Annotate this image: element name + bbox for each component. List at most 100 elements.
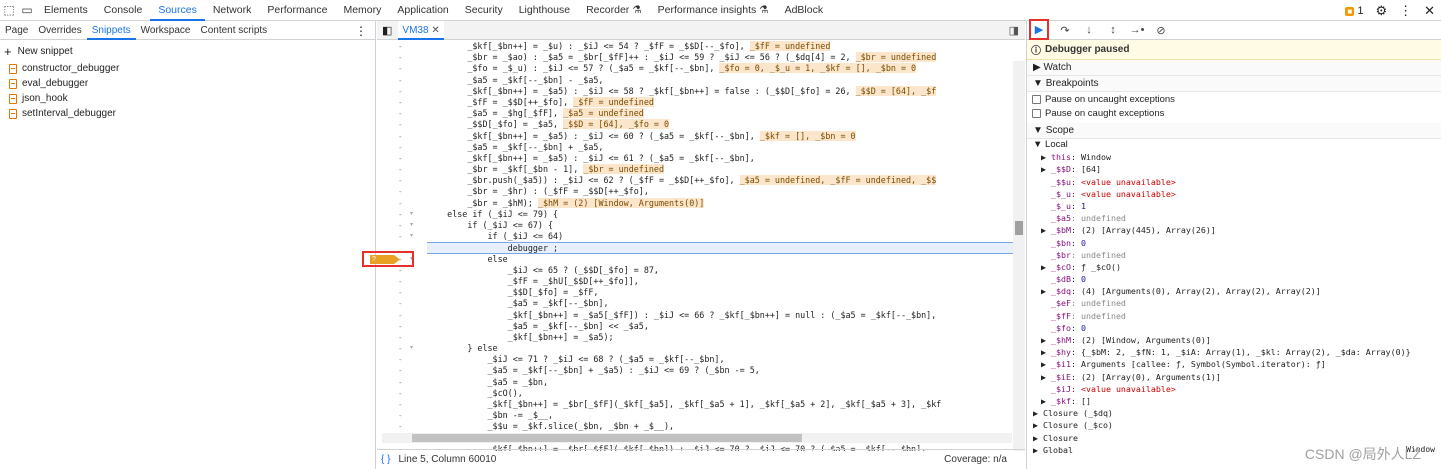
gutter-line[interactable]: - ▾	[377, 231, 427, 242]
gutter-line[interactable]: -	[377, 399, 427, 410]
scope-section[interactable]: ▼ Scope	[1027, 123, 1441, 139]
pretty-print-icon[interactable]: { }	[381, 454, 390, 465]
scope-variable[interactable]: ▶ _$i1: Arguments [callee: ƒ, Symbol(Sym…	[1027, 358, 1441, 370]
panel-tab[interactable]: Application	[389, 0, 456, 21]
scope-variable[interactable]: ▶ _$kf: []	[1027, 395, 1441, 407]
watch-section[interactable]: ▶ Watch	[1027, 60, 1441, 76]
gutter-line[interactable]: -	[377, 97, 427, 108]
closure-item[interactable]: ▶ Closure (_$co)	[1027, 419, 1441, 431]
gutter-line[interactable]: -	[377, 354, 427, 365]
panel-tab[interactable]: Elements	[36, 0, 96, 21]
gutter-line[interactable]: -	[377, 75, 427, 86]
toggle-navigator-icon[interactable]: ◧	[382, 24, 392, 37]
gutter-line[interactable]: -	[377, 388, 427, 399]
settings-gear-icon[interactable]: ⚙	[1375, 3, 1387, 19]
scope-variable[interactable]: _$a5: undefined	[1027, 212, 1441, 224]
gutter-line[interactable]: -	[377, 186, 427, 197]
gutter-line[interactable]: -	[377, 365, 427, 376]
panel-tab[interactable]: Recorder ⚗	[578, 0, 650, 21]
horizontal-scrollbar[interactable]	[382, 433, 1012, 443]
scope-variable[interactable]: _$fF: undefined	[1027, 310, 1441, 322]
closure-item[interactable]: ▶ Closure	[1027, 432, 1441, 444]
panel-tab[interactable]: Lighthouse	[511, 0, 578, 21]
device-toolbar-icon[interactable]: ▭	[18, 0, 36, 21]
fold-icon[interactable]: ▾	[410, 220, 413, 231]
issues-counter[interactable]: ■ 1	[1345, 5, 1363, 17]
scope-variable[interactable]: _$eF: undefined	[1027, 297, 1441, 309]
scope-variable[interactable]: ▶ _$hy: {_$bM: 2, _$fN: 1, _$iA: Array(1…	[1027, 346, 1441, 358]
gutter-line[interactable]: -	[377, 119, 427, 130]
gutter-line[interactable]: - ▾	[377, 220, 427, 231]
gutter-line[interactable]: -	[377, 377, 427, 388]
gutter-line[interactable]: -	[377, 41, 427, 52]
more-tabs-icon[interactable]: ⋮	[355, 24, 367, 38]
gutter-line[interactable]: -	[377, 175, 427, 186]
scope-variable[interactable]: _$_u: <value unavailable>	[1027, 188, 1441, 200]
gutter-line[interactable]: - ▾	[377, 343, 427, 354]
step-over-button[interactable]: ↷	[1057, 22, 1073, 38]
gutter-line[interactable]: -	[377, 63, 427, 74]
scope-variable[interactable]: ▶ _$hM: (2) [Window, Arguments(0)]	[1027, 334, 1441, 346]
local-scope-header[interactable]: ▼ Local	[1027, 139, 1441, 151]
gutter-line[interactable]: - ▾	[377, 209, 427, 220]
panel-tab[interactable]: AdBlock	[777, 0, 832, 21]
gutter-line[interactable]: -	[377, 198, 427, 209]
gutter-line[interactable]: -	[377, 52, 427, 63]
scope-variable[interactable]: _$fo: 0	[1027, 322, 1441, 334]
snippet-item[interactable]: eval_debugger	[0, 76, 375, 91]
close-tab-icon[interactable]: ✕	[431, 25, 439, 36]
scope-variable[interactable]: _$dB: 0	[1027, 273, 1441, 285]
panel-tab[interactable]: Security	[457, 0, 511, 21]
panel-tab[interactable]: Network	[205, 0, 260, 21]
scroll-thumb[interactable]	[1015, 221, 1023, 235]
fold-icon[interactable]: ▾	[410, 209, 413, 220]
more-options-icon[interactable]: ⋮	[1399, 3, 1412, 19]
scope-variable[interactable]: ▶ _$iE: (2) [Array(0), Arguments(1)]	[1027, 371, 1441, 383]
scope-variable[interactable]: ▶ _$bM: (2) [Array(445), Array(26)]	[1027, 224, 1441, 236]
scope-variable[interactable]: ▶ this: Window	[1027, 151, 1441, 163]
navigator-tab[interactable]: Overrides	[33, 21, 86, 40]
scope-variable[interactable]: _$br: undefined	[1027, 249, 1441, 261]
gutter-line[interactable]: -	[377, 287, 427, 298]
closure-item[interactable]: ▶ Closure (_$dq)	[1027, 407, 1441, 419]
navigator-tab[interactable]: Workspace	[136, 21, 196, 40]
scope-variable[interactable]: _$_u: 1	[1027, 200, 1441, 212]
scope-variable[interactable]: _$bn: 0	[1027, 237, 1441, 249]
breakpoints-section[interactable]: ▼ Breakpoints	[1027, 76, 1441, 92]
step-into-button[interactable]: ↓	[1081, 22, 1097, 38]
pause-caught-checkbox[interactable]: Pause on caught exceptions	[1027, 106, 1441, 120]
gutter-line[interactable]: -	[377, 410, 427, 421]
inspect-element-icon[interactable]: ⬚	[0, 0, 18, 21]
new-snippet-button[interactable]: + New snippet	[0, 41, 375, 61]
navigator-tab[interactable]: Content scripts	[195, 21, 272, 40]
navigator-tab[interactable]: Page	[0, 21, 33, 40]
scope-variable[interactable]: ▶ _$cO: ƒ _$cO()	[1027, 261, 1441, 273]
gutter-line[interactable]: -	[377, 131, 427, 142]
scope-variable[interactable]: ▶ _$dq: (4) [Arguments(0), Array(2), Arr…	[1027, 285, 1441, 297]
gutter-line[interactable]: -	[377, 276, 427, 287]
deactivate-breakpoints-button[interactable]: ⊘	[1153, 22, 1169, 38]
gutter-line[interactable]: -	[377, 310, 427, 321]
panel-tab[interactable]: Sources	[150, 0, 205, 21]
snippet-item[interactable]: constructor_debugger	[0, 61, 375, 76]
panel-tab[interactable]: Performance	[259, 0, 335, 21]
editor-tab-vm38[interactable]: VM38 ✕	[398, 20, 444, 40]
gutter-line[interactable]: -	[377, 142, 427, 153]
step-button[interactable]: →•	[1129, 22, 1145, 38]
gutter-line[interactable]: -	[377, 332, 427, 343]
fold-icon[interactable]: ▾	[410, 231, 413, 242]
gutter-line[interactable]: -	[377, 108, 427, 119]
snippet-item[interactable]: setInterval_debugger	[0, 106, 375, 121]
toggle-debugger-icon[interactable]: ◨	[1009, 24, 1019, 37]
scope-variable[interactable]: ▶ _$$D: [64]	[1027, 163, 1441, 175]
scope-variable[interactable]: _$$u: <value unavailable>	[1027, 176, 1441, 188]
gutter-line[interactable]: -	[377, 153, 427, 164]
fold-icon[interactable]: ▾	[410, 343, 413, 354]
gutter-line[interactable]: -	[377, 86, 427, 97]
gutter-line[interactable]: -	[377, 321, 427, 332]
vertical-scrollbar[interactable]	[1013, 61, 1025, 451]
panel-tab[interactable]: Console	[96, 0, 151, 21]
pause-uncaught-checkbox[interactable]: Pause on uncaught exceptions	[1027, 92, 1441, 106]
snippet-item[interactable]: json_hook	[0, 91, 375, 106]
navigator-tab[interactable]: Snippets	[86, 21, 136, 40]
